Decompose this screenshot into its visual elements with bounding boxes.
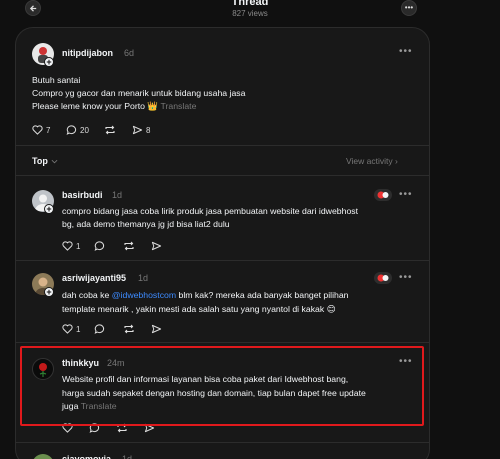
share-count: 8 [146,125,151,135]
chevron-right-icon: › [394,156,398,166]
more-icon: ••• [404,3,414,12]
reply-username[interactable]: asriwijayanti95 [62,273,126,283]
reply-text-post: blm kak? mereka ada banyak banget piliha… [176,290,349,300]
reply-username[interactable]: basirbudi [62,190,103,200]
comment-button[interactable] [94,324,105,334]
reply-more-icon[interactable]: ••• [399,272,413,283]
send-icon [151,324,162,334]
reply-text-line-2: bg, ada demo themanya jg jd bisa liat2 d… [62,219,230,229]
repost-button[interactable] [104,125,116,135]
post-username[interactable]: nitipdijabon [62,48,113,58]
share-button[interactable]: 8 [132,125,150,135]
view-activity-label: View activity [346,156,393,166]
like-count: 1 [76,324,81,334]
top-bar: Thread 827 views ••• [0,0,500,22]
view-activity-link[interactable]: View activity › [346,156,398,166]
like-button[interactable]: 1 [62,324,80,334]
post-text-line-3-text: Please leme know your Porto [32,101,145,111]
post-text-line-2: Compro yg gacor dan menarik untuk bidang… [32,88,246,98]
heart-icon [32,125,43,135]
divider [16,175,429,176]
reply-time: 1d [138,273,149,283]
author-reaction-icon [374,189,392,201]
post-time: 6d [124,48,135,58]
divider [16,260,429,261]
comment-icon [94,324,105,334]
reply-username[interactable]: ciayomovia [62,454,111,459]
post-text-line-3: Please leme know your Porto 👑 Translate [32,101,196,112]
repost-icon [105,125,115,135]
heart-icon [62,324,73,334]
comment-button[interactable] [94,241,105,251]
comment-count: 20 [80,125,89,135]
reply-text-line-1: dah coba ke @idwebhostcom blm kak? merek… [62,290,349,300]
sort-dropdown[interactable]: Top [32,156,58,166]
like-count: 7 [46,125,51,135]
like-button[interactable]: 1 [62,241,80,251]
avatar[interactable] [32,454,54,459]
comment-icon [94,241,105,251]
share-button[interactable] [151,324,162,334]
post-more-icon[interactable]: ••• [399,46,413,57]
thread-options-button[interactable]: ••• [401,0,417,16]
reply-more-icon[interactable]: ••• [399,189,413,200]
view-count: 827 views [232,9,268,18]
crown-emoji: 👑 [147,101,159,111]
post-text-line-1: Butuh santai [32,75,81,85]
reply-time: 1d [112,190,123,200]
translate-link[interactable]: Translate [161,101,197,111]
like-button[interactable]: 7 [32,125,50,135]
follow-plus-icon[interactable]: + [44,204,54,214]
reply-text-line-2: template menarik , yakin mesti ada salah… [62,304,336,315]
divider [16,442,429,443]
repost-button[interactable] [123,241,135,251]
repost-button[interactable] [123,324,135,334]
highlight-box [20,346,424,426]
heart-icon [62,241,73,251]
divider [16,145,429,146]
author-reaction-icon [374,272,392,284]
reply-time: 1d [122,454,133,459]
sort-label: Top [32,156,48,166]
reply-text: template menarik , yakin mesti ada salah… [62,304,325,314]
share-button[interactable] [151,241,162,251]
comment-icon [66,125,77,135]
send-icon [132,125,143,135]
like-count: 1 [76,241,81,251]
divider [16,342,429,343]
follow-plus-icon[interactable]: + [44,57,54,67]
follow-plus-icon[interactable]: + [44,287,54,297]
smile-emoji: 😊 [326,304,336,314]
chevron-down-icon [51,159,58,163]
reply-text-line-1: compro bidang jasa coba lirik produk jas… [62,206,359,216]
comment-button[interactable]: 20 [66,125,89,135]
send-icon [151,241,162,251]
repost-icon [124,324,134,334]
mention-link[interactable]: @idwebhostcom [112,290,176,300]
page-title: Thread [231,0,269,8]
repost-icon [124,241,134,251]
reply-text-pre: dah coba ke [62,290,112,300]
